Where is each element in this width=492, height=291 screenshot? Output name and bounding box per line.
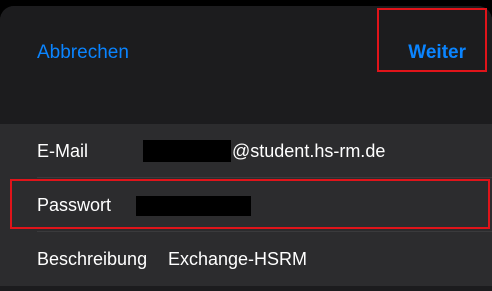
cancel-button[interactable]: Abbrechen [37, 42, 129, 64]
description-label: Beschreibung [37, 249, 148, 269]
description-field[interactable]: Exchange-HSRM [168, 248, 307, 270]
description-row[interactable]: Beschreibung Exchange-HSRM [0, 232, 492, 286]
email-label: E-Mail [37, 141, 89, 161]
next-button-highlight [377, 8, 487, 72]
password-row-highlight [10, 179, 490, 229]
email-redaction [143, 140, 231, 162]
email-row[interactable]: E-Mail @student.hs-rm.de [0, 124, 492, 178]
email-field[interactable]: @student.hs-rm.de [232, 140, 385, 162]
section-spacer [0, 84, 492, 124]
